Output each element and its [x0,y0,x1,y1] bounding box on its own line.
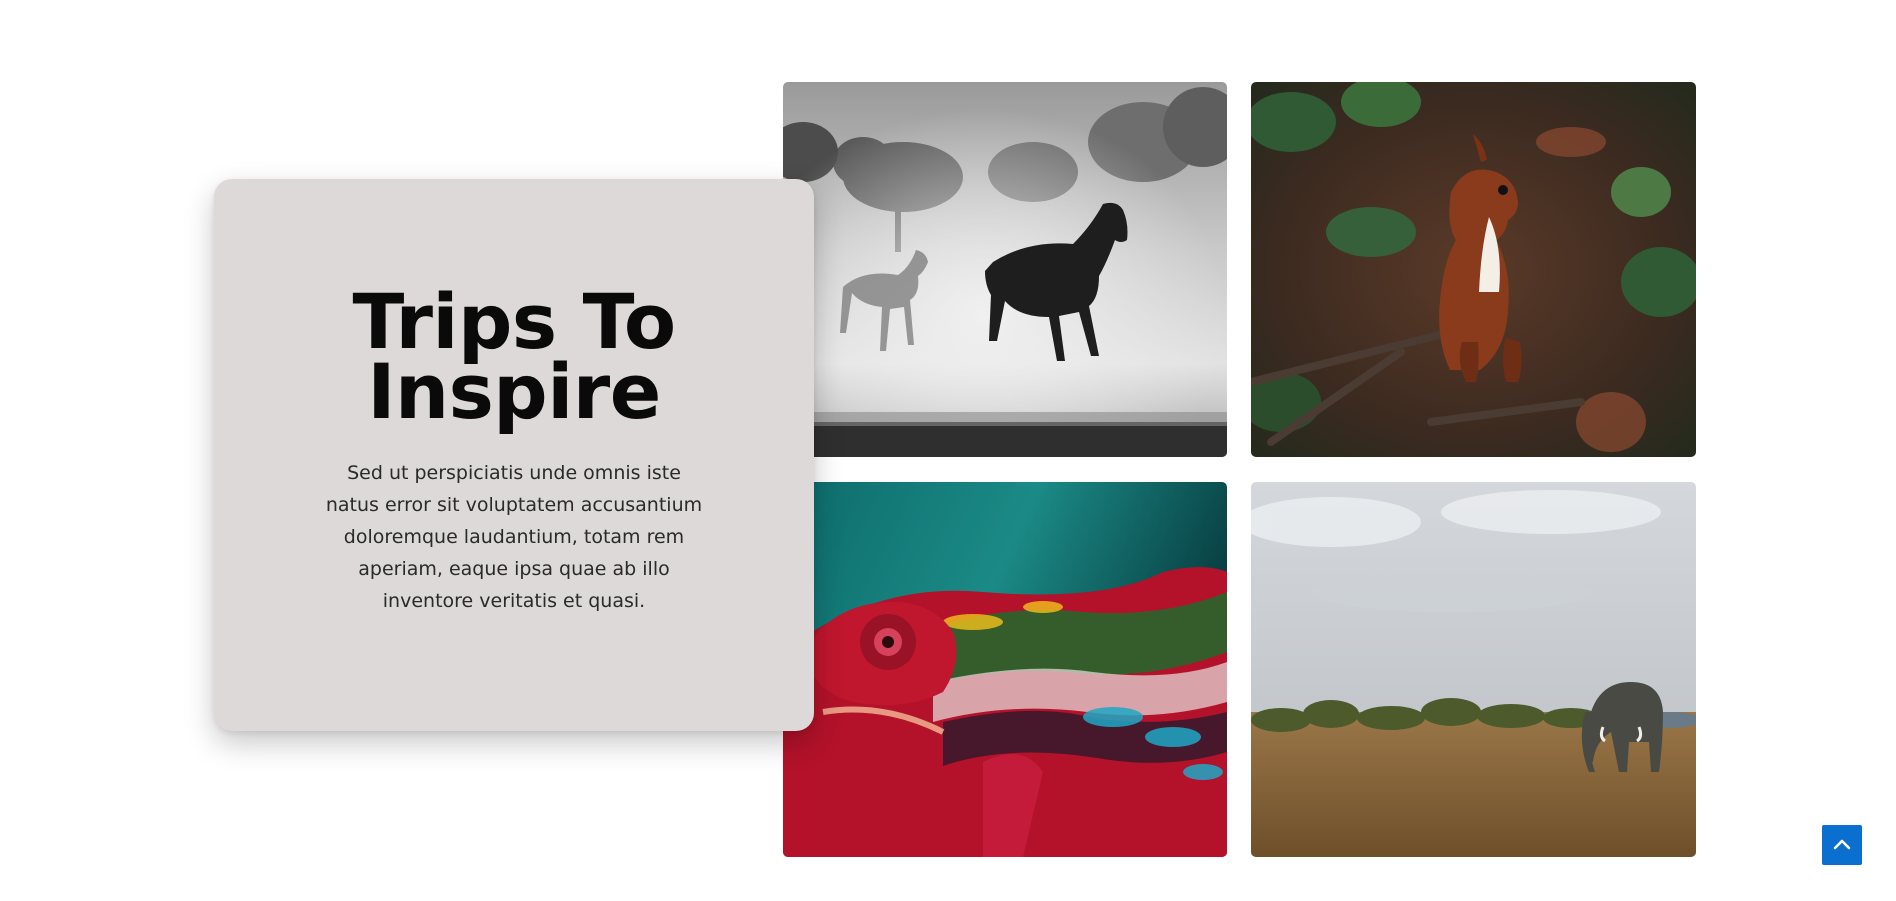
chameleon-image [783,482,1227,857]
chameleon-photo [783,482,1227,857]
squirrel-photo [1251,82,1696,457]
squirrel-image [1251,82,1696,457]
section-title: Trips To Inspire [352,277,676,436]
intro-card: Trips To Inspire Sed ut perspiciatis und… [214,179,814,731]
trips-section: Trips To Inspire Sed ut perspiciatis und… [0,0,1896,901]
scroll-to-top-button[interactable] [1822,825,1862,865]
elephant-photo [1251,482,1696,857]
elephant-image [1251,482,1696,857]
horses-image [783,82,1227,457]
chevron-up-icon [1831,834,1853,856]
horses-photo [783,82,1227,457]
section-description: Sed ut perspiciatis unde omnis iste natu… [325,462,703,612]
